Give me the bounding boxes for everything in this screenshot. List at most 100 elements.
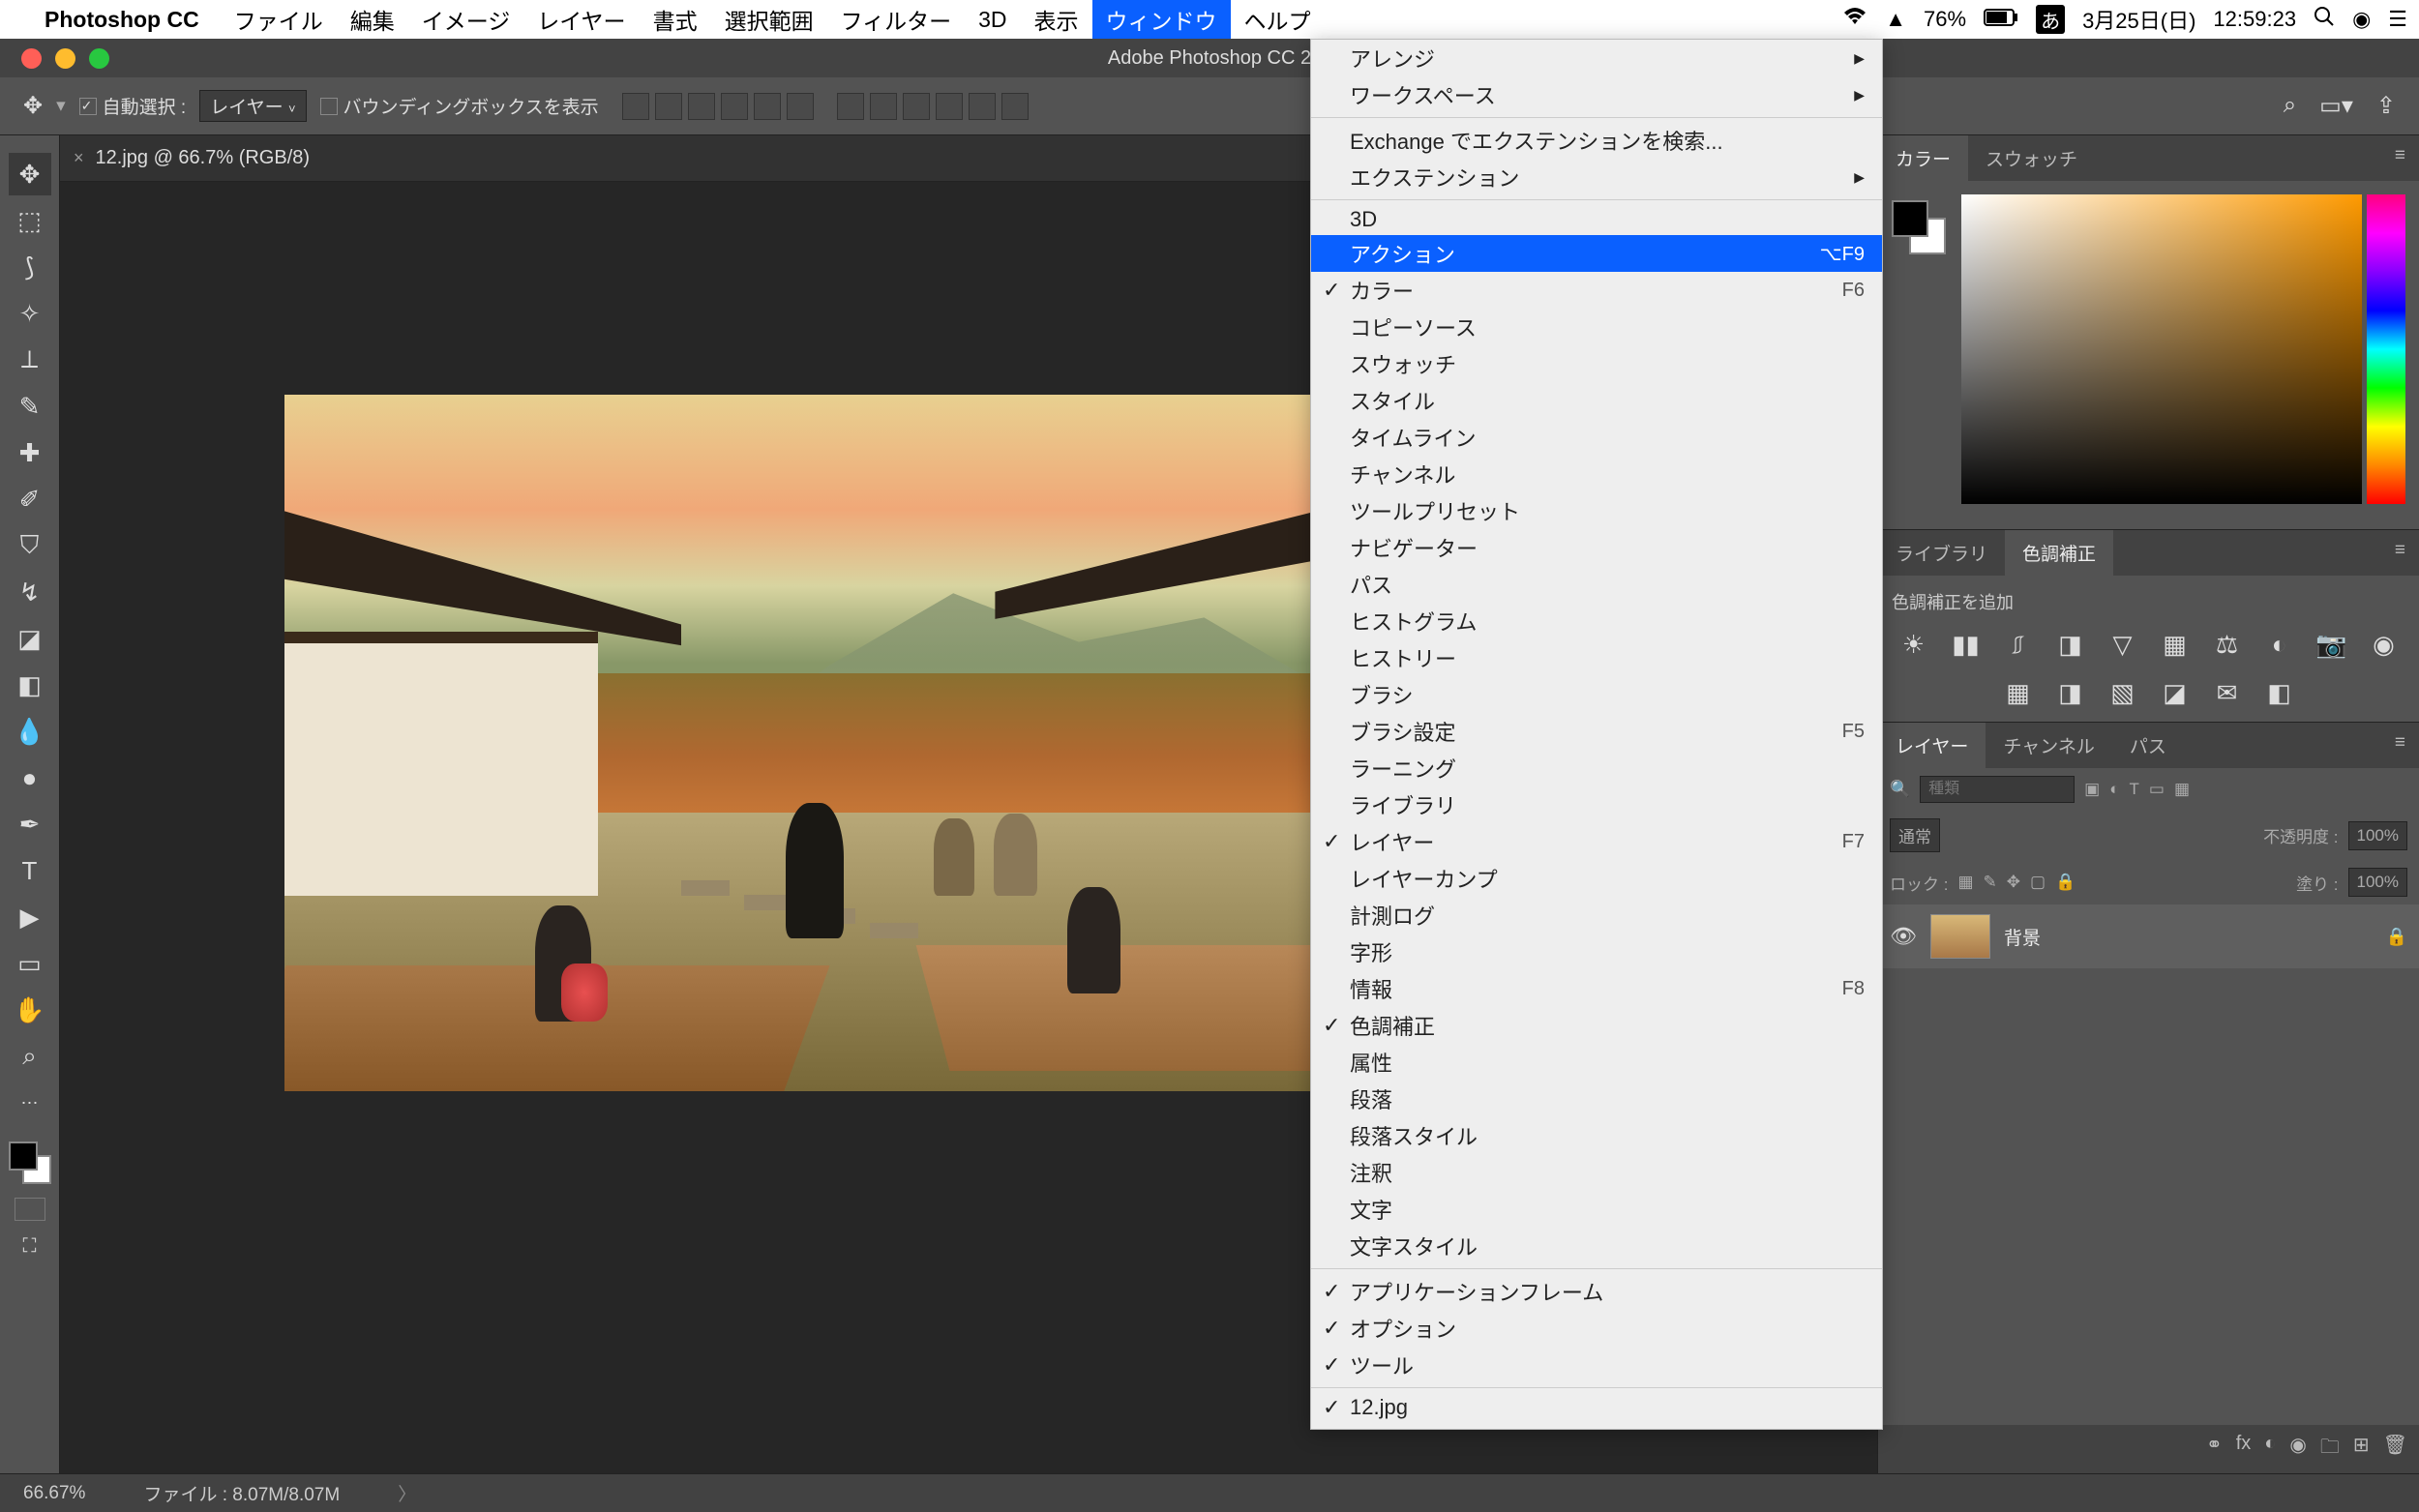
lock-transparency-icon[interactable]: ▦: [1957, 873, 1973, 892]
lookup-adj-icon[interactable]: ▦: [2001, 678, 2036, 708]
battery-icon[interactable]: [1984, 7, 2018, 32]
align-hcenter-button[interactable]: [655, 93, 682, 120]
delete-layer-icon[interactable]: 🗑: [2383, 1433, 2407, 1466]
invert-adj-icon[interactable]: ◨: [2053, 678, 2088, 708]
lock-icon[interactable]: 🔒: [2386, 927, 2407, 947]
menu-item-ナビゲーター[interactable]: ナビゲーター: [1311, 529, 1882, 566]
menu-item-エクステンション[interactable]: エクステンション▶: [1311, 159, 1882, 195]
adjustments-tab[interactable]: 色調補正: [2005, 530, 2113, 576]
menu-item-Exchange でエクステンションを検索...[interactable]: Exchange でエクステンションを検索...: [1311, 122, 1882, 159]
layer-filter-input[interactable]: [1920, 776, 2075, 803]
app-name[interactable]: Photoshop CC: [45, 7, 199, 33]
edit-toolbar[interactable]: ⋯: [9, 1082, 51, 1124]
menu-item-ワークスペース[interactable]: ワークスペース▶: [1311, 76, 1882, 113]
filter-shape-icon[interactable]: ▭: [2149, 780, 2165, 799]
distribute-1-button[interactable]: [837, 93, 864, 120]
zoom-tool[interactable]: ⌕: [9, 1035, 51, 1078]
zoom-window-button[interactable]: [89, 48, 109, 69]
layers-tab[interactable]: レイヤー: [1878, 723, 1986, 768]
hand-tool[interactable]: ✋: [9, 989, 51, 1031]
selective-adj-icon[interactable]: ✉: [2210, 678, 2245, 708]
close-window-button[interactable]: [21, 48, 42, 69]
menubar-time[interactable]: 12:59:23: [2213, 7, 2296, 32]
hue-adj-icon[interactable]: ▦: [2158, 630, 2193, 661]
menu-item-アレンジ[interactable]: アレンジ▶: [1311, 40, 1882, 76]
move-tool-icon[interactable]: ✥: [23, 92, 43, 120]
layer-filter-icon[interactable]: 🔍: [1890, 780, 1910, 799]
color-panel-swatches[interactable]: [1892, 200, 1946, 254]
tool-preset-dropdown-icon[interactable]: ▾: [56, 95, 66, 117]
menu-item-レイヤー[interactable]: ✓レイヤーF7: [1311, 823, 1882, 860]
menu-イメージ[interactable]: イメージ: [408, 0, 524, 39]
zoom-level[interactable]: 66.67%: [23, 1483, 85, 1504]
photo-filter-adj-icon[interactable]: 📷: [2314, 630, 2349, 661]
gradient-tool[interactable]: ◧: [9, 664, 51, 706]
align-vcenter-button[interactable]: [754, 93, 781, 120]
siri-icon[interactable]: ◉: [2352, 7, 2371, 32]
menu-item-ブラシ設定[interactable]: ブラシ設定F5: [1311, 713, 1882, 750]
menu-item-アプリケーションフレーム[interactable]: ✓アプリケーションフレーム: [1311, 1273, 1882, 1310]
panel-menu-icon[interactable]: ≡: [2381, 530, 2419, 576]
layer-name[interactable]: 背景: [2004, 924, 2041, 950]
history-brush-tool[interactable]: ↯: [9, 571, 51, 613]
document-tab[interactable]: × 12.jpg @ 66.7% (RGB/8): [74, 147, 310, 169]
panel-menu-icon[interactable]: ≡: [2381, 723, 2419, 768]
paths-tab[interactable]: パス: [2112, 723, 2184, 768]
healing-brush-tool[interactable]: ✚: [9, 431, 51, 474]
distribute-4-button[interactable]: [936, 93, 963, 120]
filter-pixel-icon[interactable]: ▣: [2084, 780, 2100, 799]
status-more-icon[interactable]: 〉: [398, 1480, 416, 1506]
menubar-date[interactable]: 3月25日(日): [2082, 4, 2195, 35]
balance-adj-icon[interactable]: ⚖: [2210, 630, 2245, 661]
auto-select-checkbox[interactable]: 自動選択 :: [79, 93, 187, 119]
menu-item-ライブラリ[interactable]: ライブラリ: [1311, 786, 1882, 823]
distribute-3-button[interactable]: [903, 93, 930, 120]
auto-select-target-dropdown[interactable]: レイヤー ˅: [199, 90, 306, 122]
lock-all-icon[interactable]: 🔒: [2055, 873, 2076, 892]
vibrance-adj-icon[interactable]: ▽: [2105, 630, 2140, 661]
menu-item-ブラシ[interactable]: ブラシ: [1311, 676, 1882, 713]
menu-選択範囲[interactable]: 選択範囲: [711, 0, 827, 39]
channels-tab[interactable]: チャンネル: [1986, 723, 2111, 768]
menu-item-段落スタイル[interactable]: 段落スタイル: [1311, 1117, 1882, 1154]
opacity-input[interactable]: 100%: [2348, 821, 2407, 850]
wifi-icon[interactable]: [1842, 7, 1867, 32]
align-bottom-button[interactable]: [787, 93, 814, 120]
menu-書式[interactable]: 書式: [640, 0, 711, 39]
menu-フィルター[interactable]: フィルター: [827, 0, 966, 39]
menu-item-段落[interactable]: 段落: [1311, 1081, 1882, 1117]
menu-item-コピーソース[interactable]: コピーソース: [1311, 309, 1882, 345]
menu-ファイル[interactable]: ファイル: [221, 0, 337, 39]
curves-adj-icon[interactable]: ⎎: [2001, 630, 2036, 661]
distribute-2-button[interactable]: [870, 93, 897, 120]
posterize-adj-icon[interactable]: ▧: [2105, 678, 2140, 708]
new-group-icon[interactable]: 🗀: [2320, 1433, 2340, 1466]
menu-表示[interactable]: 表示: [1021, 0, 1092, 39]
filter-adj-icon[interactable]: ◐: [2109, 780, 2119, 799]
menu-ウィンドウ[interactable]: ウィンドウ: [1092, 0, 1231, 39]
menu-item-カラー[interactable]: ✓カラーF6: [1311, 272, 1882, 309]
menu-item-3D[interactable]: 3D: [1311, 204, 1882, 235]
blur-tool[interactable]: 💧: [9, 710, 51, 753]
menu-編集[interactable]: 編集: [337, 0, 408, 39]
menu-item-ラーニング[interactable]: ラーニング: [1311, 750, 1882, 786]
layer-thumbnail[interactable]: [1930, 914, 1990, 959]
share-icon[interactable]: ⇪: [2376, 92, 2396, 120]
layer-mask-icon[interactable]: ◐: [2264, 1433, 2276, 1466]
swatches-tab[interactable]: スウォッチ: [1968, 135, 2095, 181]
move-tool[interactable]: ✥: [9, 153, 51, 195]
eraser-tool[interactable]: ◪: [9, 617, 51, 660]
menu-item-レイヤーカンプ[interactable]: レイヤーカンプ: [1311, 860, 1882, 897]
eject-icon[interactable]: ▲: [1885, 7, 1906, 32]
menu-レイヤー[interactable]: レイヤー: [523, 0, 639, 39]
color-field[interactable]: [1961, 194, 2362, 504]
channel-mixer-adj-icon[interactable]: ◉: [2367, 630, 2402, 661]
brightness-adj-icon[interactable]: ☀: [1896, 630, 1931, 661]
new-layer-icon[interactable]: ⊞: [2353, 1433, 2370, 1466]
menu-item-12.jpg[interactable]: ✓12.jpg: [1311, 1392, 1882, 1423]
menu-item-字形[interactable]: 字形: [1311, 934, 1882, 970]
libraries-tab[interactable]: ライブラリ: [1878, 530, 2005, 576]
menu-item-文字スタイル[interactable]: 文字スタイル: [1311, 1228, 1882, 1264]
brush-tool[interactable]: ✐: [9, 478, 51, 520]
distribute-5-button[interactable]: [969, 93, 996, 120]
